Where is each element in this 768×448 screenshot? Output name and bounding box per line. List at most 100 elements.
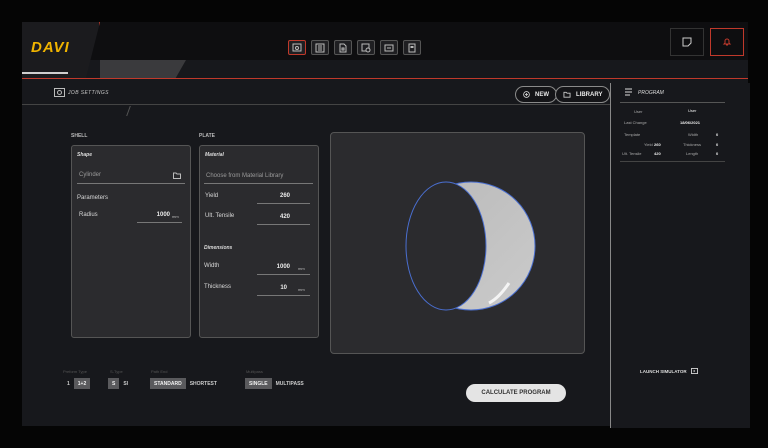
play-icon — [690, 368, 698, 374]
sb-tensile-value: 420 — [654, 151, 661, 156]
preform-option-2[interactable]: 1+2 — [73, 378, 91, 389]
pass-label: Multipass — [246, 369, 263, 374]
launch-simulator-label: LAUNCH SIMULATOR — [640, 368, 687, 374]
last-change-label: Last Change — [624, 120, 647, 125]
path-label: Path End — [151, 369, 168, 374]
shape-select[interactable]: Cylinder — [79, 172, 101, 178]
type-toggle[interactable]: S SI — [108, 378, 132, 389]
path-toggle[interactable]: STANDARD SHORTEST — [150, 378, 221, 389]
type-label: S-Type — [110, 369, 123, 374]
plus-circle-icon — [523, 91, 530, 98]
pass-option-single[interactable]: SINGLE — [245, 378, 272, 389]
job-settings-icon — [292, 43, 302, 51]
top-right-actions — [670, 22, 748, 60]
material-underline — [204, 183, 313, 184]
radius-unit: mm — [172, 214, 179, 219]
plate-section-label: PLATE — [199, 133, 216, 139]
tool-monitor[interactable] — [380, 40, 398, 55]
sb-width-value: 0 — [716, 132, 719, 137]
parameters-label: Parameters — [77, 195, 109, 201]
pass-toggle[interactable]: SINGLE MULTIPASS — [245, 378, 308, 389]
material-title: Material — [205, 152, 224, 158]
program-divider — [620, 102, 725, 103]
notes-button[interactable] — [670, 28, 704, 56]
user-label: User — [634, 109, 643, 114]
library-button[interactable]: LIBRARY — [555, 86, 611, 103]
path-option-shortest[interactable]: SHORTEST — [186, 378, 221, 389]
calculate-program-button[interactable]: CALCULATE PROGRAM — [466, 384, 566, 402]
list-icon — [315, 43, 325, 52]
shape-preview[interactable] — [330, 132, 585, 354]
tensile-underline — [257, 224, 310, 225]
folder-icon[interactable] — [173, 172, 181, 179]
preform-toggle[interactable]: 1 1+2 — [63, 378, 91, 389]
width-unit: mm — [298, 266, 305, 271]
dimensions-title: Dimensions — [204, 245, 233, 251]
new-button[interactable]: NEW — [515, 86, 557, 103]
alerts-button[interactable] — [710, 28, 744, 56]
cylinder-preview — [405, 181, 536, 311]
sb-thickness-label: Thickness — [683, 142, 702, 147]
menu-icon — [625, 88, 632, 96]
page-title: JOB SETTINGS — [68, 90, 109, 96]
sb-width-label: Width — [688, 132, 699, 137]
thickness-unit: mm — [298, 287, 305, 292]
tool-settings-doc[interactable] — [357, 40, 375, 55]
new-button-label: NEW — [535, 91, 549, 98]
shape-title: Shape — [77, 152, 93, 158]
sb-thickness-value: 0 — [716, 142, 719, 147]
settings-doc-icon — [361, 43, 371, 52]
monitor-icon — [384, 44, 394, 51]
radius-label: Radius — [79, 212, 98, 218]
app-logo: DAVI — [31, 39, 70, 56]
library-button-label: LIBRARY — [576, 91, 603, 98]
tool-report[interactable] — [403, 40, 421, 55]
preform-label: Preform Type — [63, 369, 87, 374]
type-option-si[interactable]: SI — [119, 378, 132, 389]
last-change-value: 18/06/2021 — [680, 120, 701, 125]
logo-plate: DAVI — [22, 22, 100, 78]
launch-simulator-button[interactable]: LAUNCH SIMULATOR — [640, 368, 698, 374]
material-select[interactable]: Choose from Material Library — [206, 173, 283, 179]
tensile-input[interactable]: 420 — [260, 214, 290, 220]
mode-strip — [100, 60, 186, 78]
sb-yield-label: Yield — [644, 142, 653, 147]
bell-icon — [722, 38, 732, 46]
thickness-label: Thickness — [204, 284, 232, 290]
width-input[interactable]: 1000 — [260, 264, 290, 270]
yield-underline — [257, 203, 310, 204]
thickness-input[interactable]: 10 — [257, 285, 287, 291]
report-icon — [408, 43, 416, 52]
template-label: Template — [624, 132, 641, 137]
radius-input[interactable]: 1000 — [140, 212, 170, 218]
pass-option-multipass[interactable]: MULTIPASS — [272, 378, 308, 389]
main-toolbar — [288, 40, 421, 58]
folder-icon — [563, 91, 571, 98]
progress-indicator — [22, 72, 68, 74]
sb-yield-value: 260 — [654, 142, 661, 147]
shell-section-label: SHELL — [71, 133, 88, 139]
sb-length-value: 0 — [716, 151, 719, 156]
preform-option-1[interactable]: 1 — [63, 378, 74, 389]
note-icon — [682, 37, 692, 47]
path-option-standard[interactable]: STANDARD — [150, 378, 186, 389]
tensile-label: Ult. Tensile — [205, 213, 235, 219]
sb-length-label: Length — [686, 151, 699, 156]
shape-underline — [77, 183, 185, 184]
width-underline — [257, 274, 310, 275]
document-icon — [339, 43, 347, 52]
tool-document[interactable] — [334, 40, 352, 55]
thickness-underline — [257, 295, 310, 296]
job-settings-header-icon — [54, 88, 65, 97]
width-label: Width — [204, 263, 220, 269]
yield-input[interactable]: 260 — [260, 193, 290, 199]
accent-line — [22, 78, 748, 79]
tool-job-settings[interactable] — [288, 40, 306, 55]
sb-tensile-label: Ult. Tensile — [622, 151, 642, 156]
tool-list[interactable] — [311, 40, 329, 55]
user-value: User — [688, 108, 697, 113]
yield-label: Yield — [205, 193, 219, 199]
radius-underline — [137, 222, 182, 223]
type-option-s[interactable]: S — [108, 378, 120, 389]
program-title: PROGRAM — [638, 90, 664, 96]
